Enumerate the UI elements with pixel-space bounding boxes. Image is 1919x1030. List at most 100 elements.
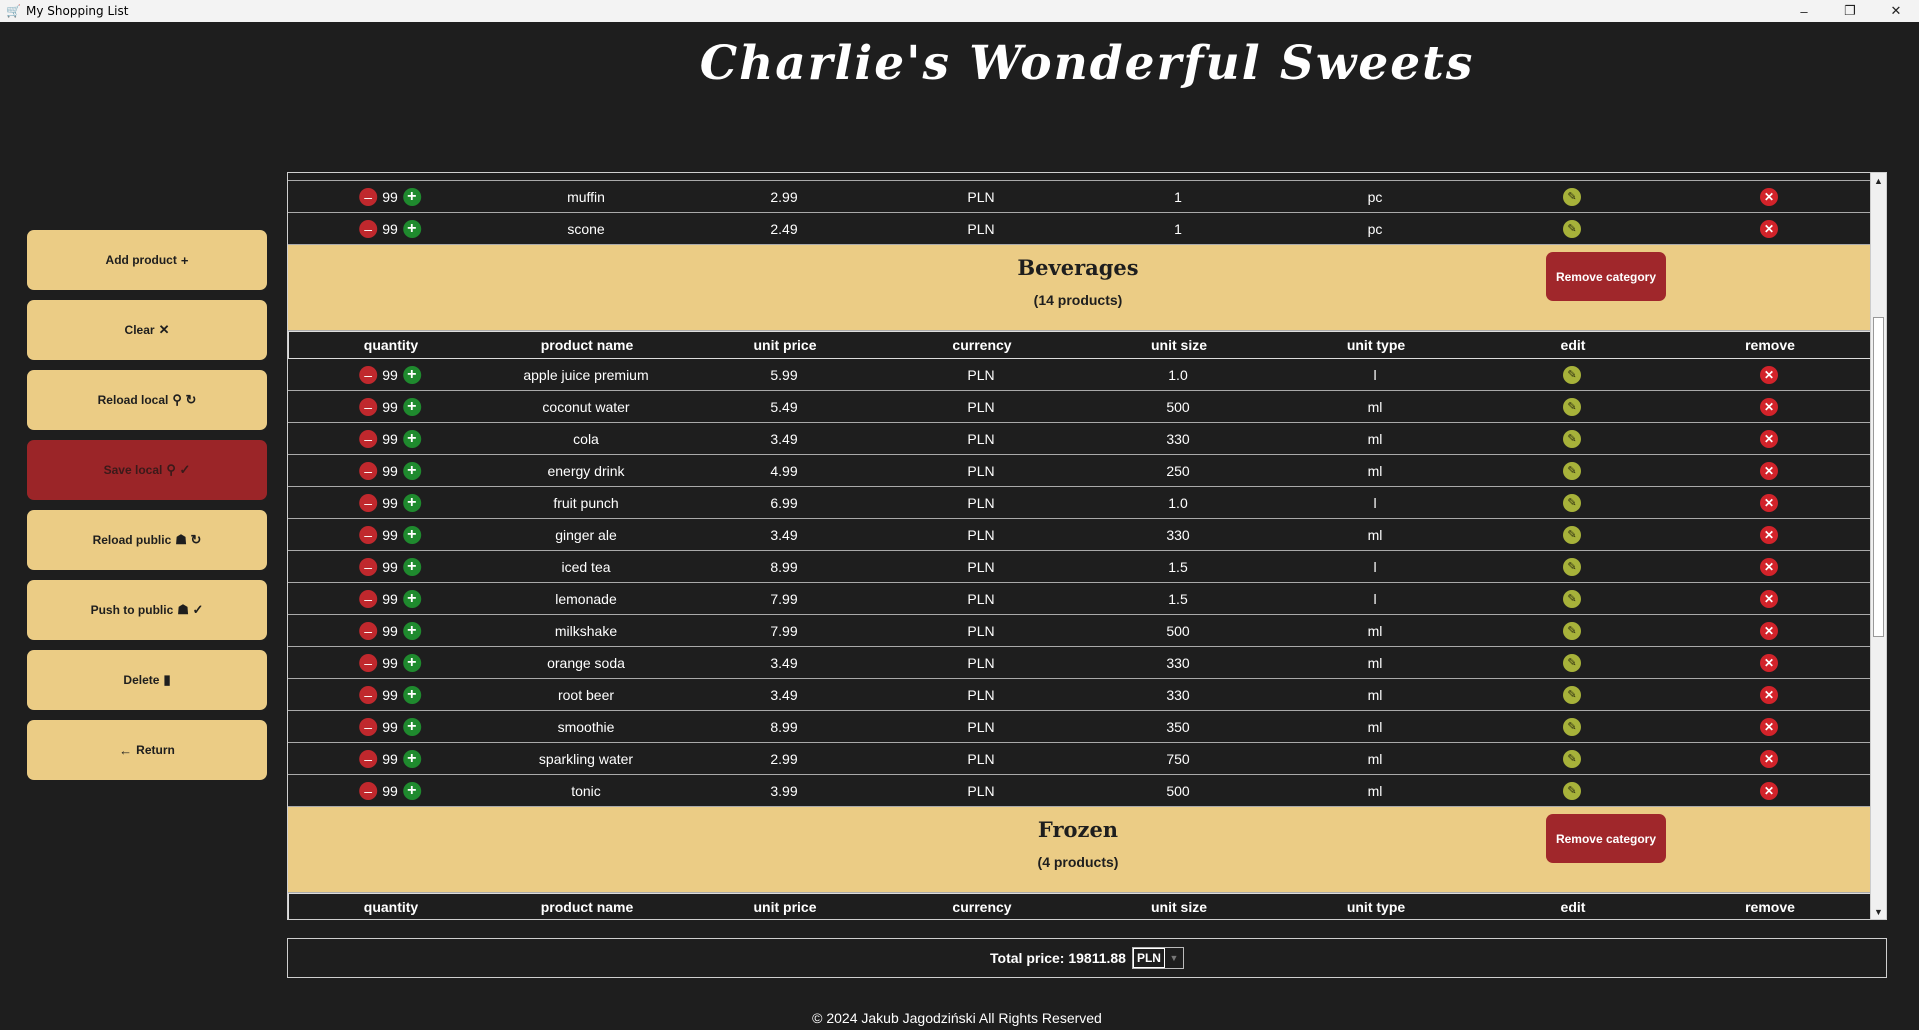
plus-icon[interactable]: +: [402, 685, 421, 704]
reload-public-button[interactable]: Reload public ☗ ↻: [27, 510, 267, 570]
pencil-icon[interactable]: ✎: [1563, 781, 1581, 800]
minus-icon[interactable]: –: [359, 589, 378, 608]
edit-cell: ✎: [1563, 525, 1581, 544]
key-refresh-icon: ⚲ ↻: [172, 392, 197, 407]
pencil-icon[interactable]: ✎: [1563, 187, 1581, 206]
pencil-icon[interactable]: ✎: [1563, 749, 1581, 768]
pencil-icon[interactable]: ✎: [1563, 685, 1581, 704]
pencil-icon[interactable]: ✎: [1563, 653, 1581, 672]
reload-local-button[interactable]: Reload local ⚲ ↻: [27, 370, 267, 430]
remove-category-button[interactable]: Remove category: [1546, 252, 1666, 301]
scroll-up-icon[interactable]: ▲: [1871, 173, 1886, 188]
table-row: –99 + ginger ale 3.49 PLN 330 ml ✎ ✕: [288, 519, 1871, 551]
column-header: unit price: [753, 899, 817, 915]
push-to-public-button[interactable]: Push to public ☗ ✓: [27, 580, 267, 640]
minus-icon[interactable]: –: [359, 365, 378, 384]
column-header: remove: [1745, 337, 1795, 353]
scroll-thumb[interactable]: [1873, 317, 1884, 637]
pencil-icon[interactable]: ✎: [1563, 493, 1581, 512]
remove-icon[interactable]: ✕: [1760, 685, 1778, 704]
remove-icon[interactable]: ✕: [1760, 219, 1778, 238]
currency-select[interactable]: PLN ▼: [1131, 947, 1184, 969]
unit-price: 3.99: [770, 782, 798, 799]
pencil-icon[interactable]: ✎: [1563, 219, 1581, 238]
minus-icon[interactable]: –: [359, 749, 378, 768]
close-window-button[interactable]: ✕: [1873, 0, 1919, 22]
remove-icon[interactable]: ✕: [1760, 589, 1778, 608]
plus-icon[interactable]: +: [402, 653, 421, 672]
plus-icon[interactable]: +: [402, 621, 421, 640]
pencil-icon[interactable]: ✎: [1563, 461, 1581, 480]
minus-icon[interactable]: –: [359, 187, 378, 206]
table-row: –99 + smoothie 8.99 PLN 350 ml ✎ ✕: [288, 711, 1871, 743]
plus-icon[interactable]: +: [402, 493, 421, 512]
minus-icon[interactable]: –: [359, 493, 378, 512]
plus-icon[interactable]: +: [402, 781, 421, 800]
remove-icon[interactable]: ✕: [1760, 653, 1778, 672]
edit-cell: ✎: [1563, 429, 1581, 448]
pencil-icon[interactable]: ✎: [1563, 525, 1581, 544]
pencil-icon[interactable]: ✎: [1563, 621, 1581, 640]
minus-icon[interactable]: –: [359, 219, 378, 238]
plus-icon[interactable]: +: [402, 717, 421, 736]
remove-category-button[interactable]: Remove category: [1546, 814, 1666, 863]
scroll-down-icon[interactable]: ▼: [1871, 904, 1886, 919]
delete-button[interactable]: Delete ▮: [27, 650, 267, 710]
minus-icon[interactable]: –: [359, 557, 378, 576]
remove-icon[interactable]: ✕: [1760, 749, 1778, 768]
remove-icon[interactable]: ✕: [1760, 557, 1778, 576]
add-product-button[interactable]: Add product +: [27, 230, 267, 290]
unit-price: 8.99: [770, 718, 798, 735]
pencil-icon[interactable]: ✎: [1563, 429, 1581, 448]
remove-icon[interactable]: ✕: [1760, 493, 1778, 512]
remove-icon[interactable]: ✕: [1760, 781, 1778, 800]
pencil-icon[interactable]: ✎: [1563, 365, 1581, 384]
plus-icon[interactable]: +: [402, 557, 421, 576]
category-band: Beverages (14 products) Remove category: [288, 245, 1871, 331]
minus-icon[interactable]: –: [359, 781, 378, 800]
plus-icon[interactable]: +: [402, 397, 421, 416]
minus-icon[interactable]: –: [359, 525, 378, 544]
remove-icon[interactable]: ✕: [1760, 187, 1778, 206]
minus-icon[interactable]: –: [359, 429, 378, 448]
minus-icon[interactable]: –: [359, 621, 378, 640]
save-local-button[interactable]: Save local ⚲ ✓: [27, 440, 267, 500]
unit-type: ml: [1367, 686, 1383, 703]
plus-icon[interactable]: +: [402, 219, 421, 238]
vertical-scrollbar[interactable]: ▲ ▼: [1870, 173, 1886, 919]
remove-icon[interactable]: ✕: [1760, 429, 1778, 448]
remove-icon[interactable]: ✕: [1760, 621, 1778, 640]
plus-icon[interactable]: +: [402, 365, 421, 384]
plus-icon[interactable]: +: [402, 429, 421, 448]
plus-icon[interactable]: +: [402, 589, 421, 608]
clear-button[interactable]: Clear ✕: [27, 300, 267, 360]
plus-icon[interactable]: +: [402, 461, 421, 480]
remove-icon[interactable]: ✕: [1760, 525, 1778, 544]
remove-icon[interactable]: ✕: [1760, 365, 1778, 384]
minus-icon[interactable]: –: [359, 461, 378, 480]
plus-icon[interactable]: +: [402, 749, 421, 768]
pencil-icon[interactable]: ✎: [1563, 717, 1581, 736]
maximize-button[interactable]: ❐: [1827, 0, 1873, 22]
return-button[interactable]: ← Return: [27, 720, 267, 780]
currency-value: PLN: [1132, 948, 1165, 968]
pencil-icon[interactable]: ✎: [1563, 557, 1581, 576]
window-titlebar: 🛒 My Shopping List – ❐ ✕: [0, 0, 1919, 22]
minus-icon[interactable]: –: [359, 685, 378, 704]
minus-icon[interactable]: –: [359, 653, 378, 672]
minus-icon[interactable]: –: [359, 397, 378, 416]
remove-icon[interactable]: ✕: [1760, 717, 1778, 736]
plus-icon[interactable]: +: [402, 525, 421, 544]
pencil-icon[interactable]: ✎: [1563, 397, 1581, 416]
remove-icon[interactable]: ✕: [1760, 397, 1778, 416]
edit-cell: ✎: [1563, 461, 1581, 480]
remove-icon[interactable]: ✕: [1760, 461, 1778, 480]
plus-icon[interactable]: +: [402, 187, 421, 206]
minimize-button[interactable]: –: [1781, 0, 1827, 22]
pencil-icon[interactable]: ✎: [1563, 589, 1581, 608]
column-header: remove: [1745, 899, 1795, 915]
remove-cell: ✕: [1760, 429, 1778, 448]
minus-icon[interactable]: –: [359, 717, 378, 736]
unit-price: 2.99: [770, 750, 798, 767]
table-row: –99 + energy drink 4.99 PLN 250 ml ✎ ✕: [288, 455, 1871, 487]
